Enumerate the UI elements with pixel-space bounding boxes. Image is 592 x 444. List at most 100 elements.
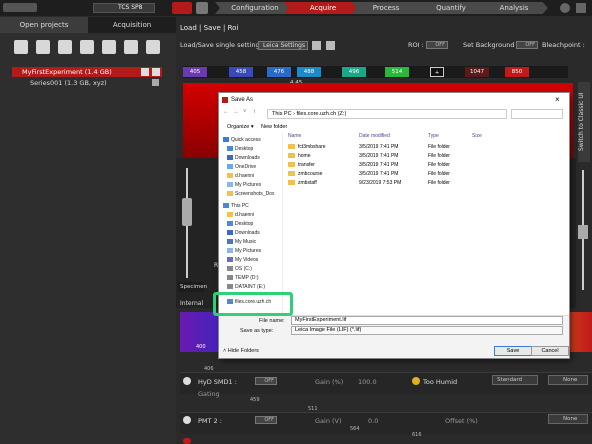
load-setting-icon[interactable] (326, 41, 335, 50)
laser-line[interactable]: 405 (183, 67, 207, 77)
forward-icon[interactable]: → (233, 109, 239, 115)
dialog-toolbar: Organize ▾ New folder (219, 121, 569, 133)
window-icon[interactable] (576, 3, 586, 13)
classic-ui-button[interactable]: Switch to Classic UI (578, 82, 590, 162)
nav-item[interactable]: Quick access (223, 137, 261, 143)
file-row[interactable]: fct3mbshare 3/5/2019 7:41 PM File folder (283, 143, 569, 151)
nav-item[interactable]: My Music (227, 239, 256, 245)
open-project-icon[interactable] (14, 40, 28, 54)
column-name[interactable]: Name (288, 133, 301, 139)
save-type-dropdown[interactable]: Leica Image File (LIF) (*.lif) (291, 326, 563, 335)
tab-acquire[interactable]: Acquire (284, 2, 362, 14)
tab-quantify[interactable]: Quantify (412, 2, 490, 14)
nav-item[interactable]: My Pictures (227, 182, 261, 188)
back-icon[interactable]: ← (223, 109, 229, 115)
record-button[interactable] (172, 2, 192, 14)
lut-dropdown[interactable]: None (548, 375, 588, 385)
laser-line[interactable]: 476 (267, 67, 291, 77)
help-icon[interactable] (560, 3, 570, 13)
laser-line[interactable]: 514 (385, 67, 409, 77)
nav-item[interactable]: OneDrive (227, 164, 256, 170)
detector-power-icon[interactable] (183, 416, 191, 424)
save-project-icon[interactable] (141, 68, 149, 76)
objective-icon[interactable] (182, 198, 192, 226)
detector-power-icon[interactable] (183, 377, 191, 385)
highlight-network-drive (213, 292, 293, 316)
close-project-icon[interactable] (152, 68, 160, 76)
settings-icon[interactable] (196, 2, 208, 14)
gain-value[interactable]: 0.0 (368, 417, 378, 425)
nav-item[interactable]: Screenshots_Dox (227, 191, 274, 197)
open-folder-icon[interactable] (36, 40, 50, 54)
save-setting-icon[interactable] (312, 41, 321, 50)
column-type[interactable]: Type (428, 133, 439, 139)
tab-open-projects[interactable]: Open projects (0, 17, 88, 33)
add-laser-button[interactable]: + (430, 67, 444, 77)
up-icon[interactable]: ↑ (253, 109, 256, 115)
file-row[interactable]: zmbcourse 3/5/2019 7:41 PM File folder (283, 170, 569, 178)
path-this-pc[interactable]: This PC (272, 111, 292, 117)
roi-toggle[interactable]: OFF (426, 41, 448, 49)
nav-item[interactable]: Downloads (227, 155, 260, 161)
file-row[interactable]: home 3/5/2019 7:41 PM File folder (283, 152, 569, 160)
drive-icon (227, 275, 233, 281)
save-button[interactable]: Save (494, 346, 532, 356)
close-icon[interactable]: × (555, 93, 560, 107)
nav-item[interactable]: d.haenni (227, 173, 254, 179)
lut-dropdown[interactable]: None (548, 414, 588, 424)
folder-icon (288, 162, 295, 168)
laser-line[interactable]: 496 (342, 67, 366, 77)
hide-folders-button[interactable]: ˄ Hide Folders (223, 348, 259, 354)
path-drive[interactable]: files.core.uzh.ch (Z:) (296, 111, 346, 117)
nav-item[interactable]: Desktop (227, 221, 253, 227)
nav-item[interactable]: My Videos (227, 257, 258, 263)
laser-line[interactable]: 850 (505, 67, 529, 77)
laser-line[interactable]: 488 (297, 67, 321, 77)
organize-button[interactable]: Organize ▾ (227, 121, 254, 133)
gain-value[interactable]: 100.0 (358, 378, 377, 386)
save-type-label: Save as type: (240, 328, 274, 334)
nav-item[interactable]: DATAINT (E:) (227, 284, 265, 290)
nav-item[interactable]: Desktop (227, 146, 253, 152)
tab-process[interactable]: Process (352, 2, 420, 14)
nav-item[interactable]: d.haenni (227, 212, 254, 218)
project-experiment[interactable]: MyFirstExperiment (1.4 GB) (12, 67, 162, 77)
drive-icon (227, 284, 233, 290)
nav-item[interactable]: Downloads (227, 230, 260, 236)
save-as-icon[interactable] (102, 40, 116, 54)
nav-item[interactable]: This PC (223, 203, 249, 209)
nav-item[interactable]: OS (C:) (227, 266, 252, 272)
file-date: 3/5/2019 7:41 PM (359, 171, 399, 177)
tab-acquisition[interactable]: Acquisition (88, 17, 176, 33)
search-input[interactable] (511, 109, 563, 119)
file-type: File folder (428, 171, 450, 177)
detector-power-icon[interactable] (183, 438, 191, 444)
tab-analysis[interactable]: Analysis (480, 2, 548, 14)
settings-dropdown[interactable]: Leica Settings (258, 41, 308, 50)
search-icon[interactable] (124, 40, 138, 54)
cancel-button[interactable]: Cancel (531, 346, 569, 356)
nav-item[interactable]: TEMP (D:) (227, 275, 259, 281)
column-date[interactable]: Date modified (359, 133, 390, 139)
detector-toggle[interactable]: OFF (255, 377, 277, 385)
laser-line[interactable]: 458 (229, 67, 253, 77)
system-selector[interactable]: TCS SP8 (93, 3, 155, 13)
file-row[interactable]: transfer 3/5/2019 7:41 PM File folder (283, 161, 569, 169)
grid-icon[interactable] (146, 40, 160, 54)
background-label: Set Background : (463, 41, 519, 49)
column-size[interactable]: Size (472, 133, 482, 139)
import-icon[interactable] (58, 40, 72, 54)
tab-configuration[interactable]: Configuration (215, 2, 295, 14)
laser-line[interactable]: 1047 (465, 67, 489, 77)
file-name-input[interactable]: MyFirstExperiment.lif (291, 316, 563, 325)
address-bar[interactable]: This PC › files.core.uzh.ch (Z:) (267, 109, 507, 119)
detector-toggle[interactable]: OFF (255, 416, 277, 424)
file-row[interactable]: zmbstaff 9/23/2019 7:53 PM File folder (283, 179, 569, 187)
nav-item[interactable]: My Pictures (227, 248, 261, 254)
background-toggle[interactable]: OFF (516, 41, 538, 49)
save-icon[interactable] (80, 40, 94, 54)
series-item[interactable]: Series001 (1.3 GB, xyz) (30, 79, 107, 87)
recent-chevron-icon[interactable]: ˅ (243, 109, 247, 115)
new-folder-button[interactable]: New folder (261, 121, 287, 133)
mode-dropdown[interactable]: Standard (492, 375, 538, 385)
